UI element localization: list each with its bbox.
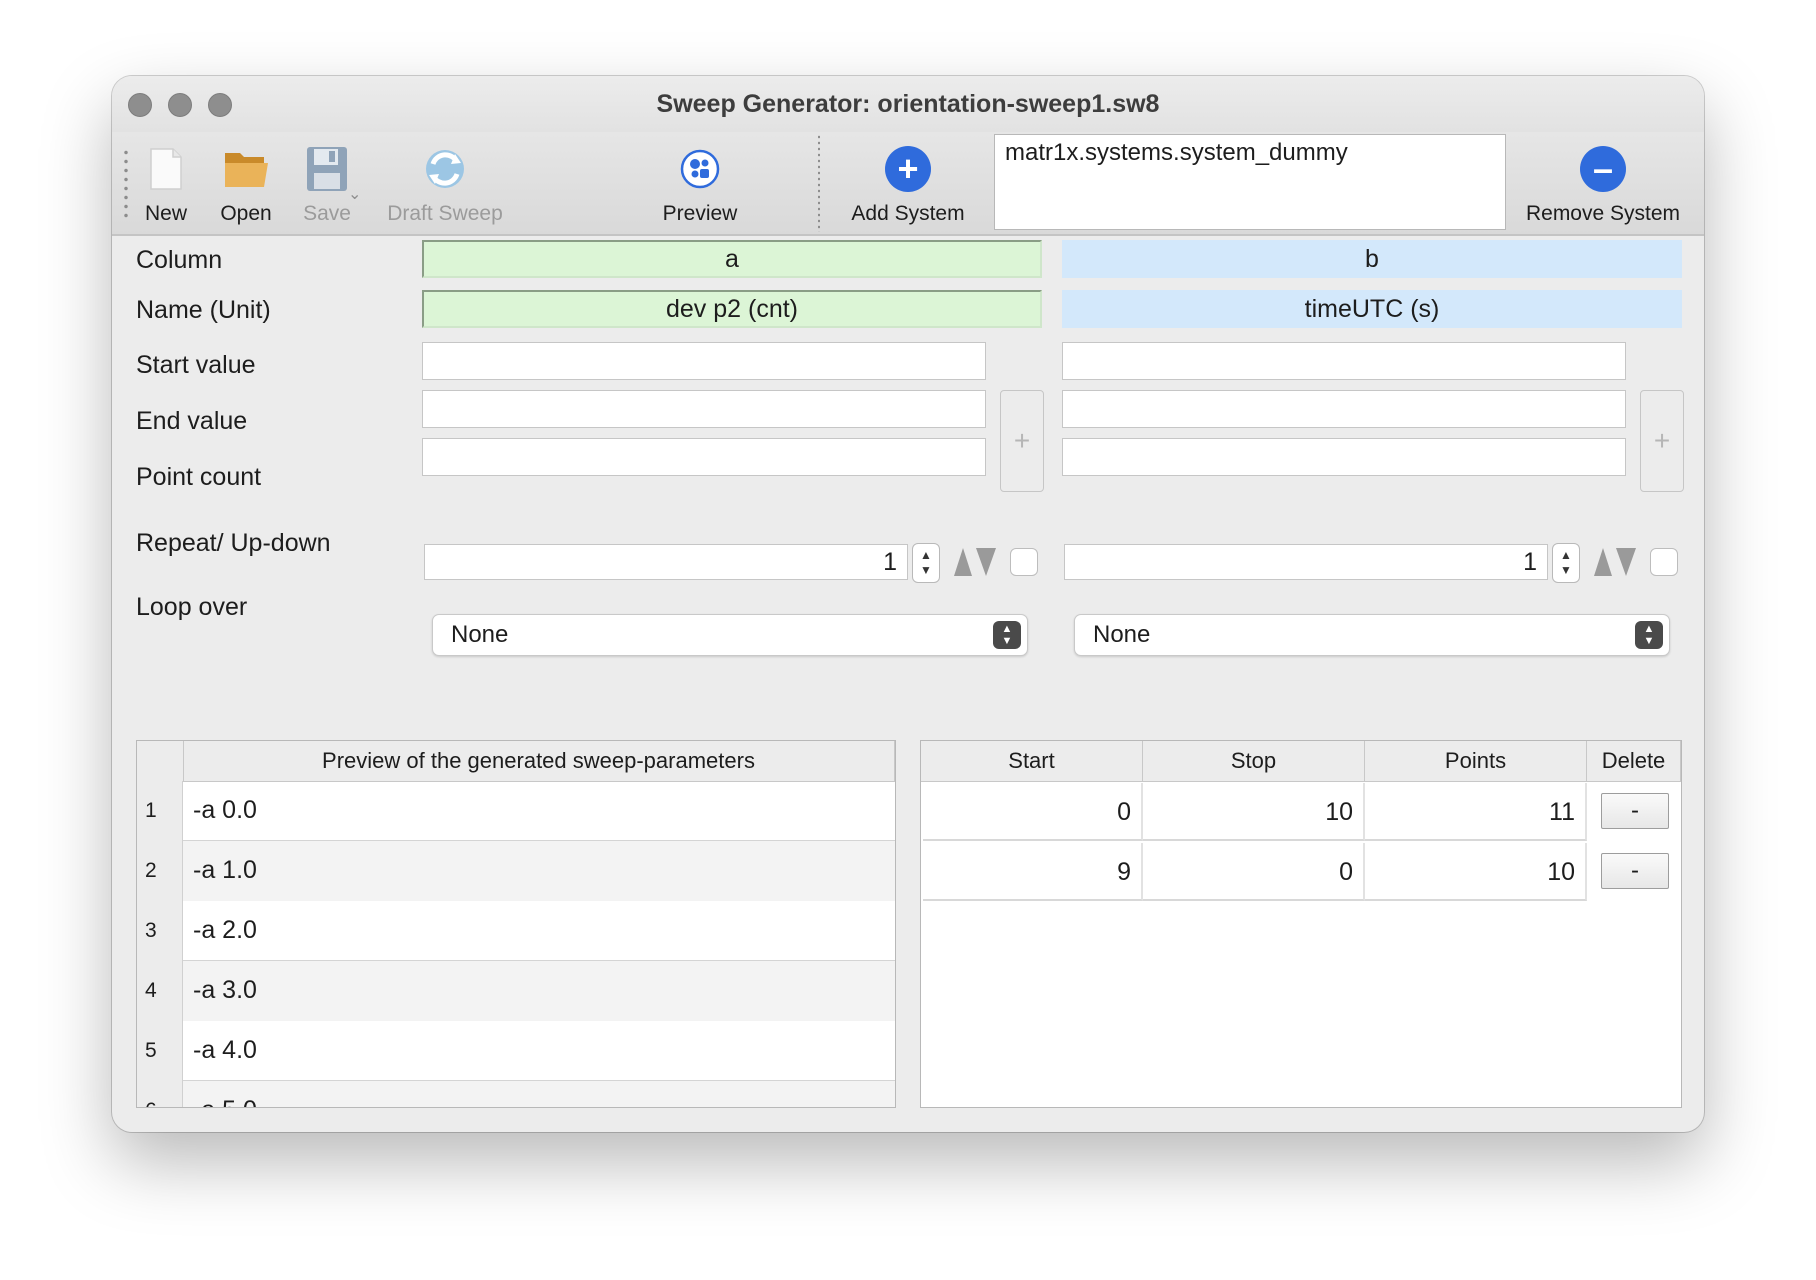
add-system-button[interactable]: + Add System — [840, 140, 976, 228]
loop-over-label: Loop over — [136, 593, 248, 621]
table-corner — [137, 741, 184, 781]
preview-table-header: Preview of the generated sweep-parameter… — [137, 741, 895, 782]
up-down-arrows-icon[interactable] — [1592, 546, 1638, 578]
column-a-end-input[interactable] — [422, 390, 986, 428]
repeat-updown-label: Repeat/ Up-down — [136, 529, 331, 557]
select-arrows-icon: ▲ ▼ — [993, 621, 1021, 649]
minimize-window-button[interactable] — [168, 93, 192, 117]
zoom-window-button[interactable] — [208, 93, 232, 117]
stop-column-header[interactable]: Stop — [1143, 741, 1365, 781]
column-a-header: a — [422, 240, 1042, 278]
column-a-repeat-stepper[interactable]: ▲ ▼ — [912, 543, 940, 583]
point-count-label: Point count — [136, 463, 262, 491]
table-row[interactable]: 4 -a 3.0 — [137, 961, 895, 1021]
remove-system-button[interactable]: – Remove System — [1518, 140, 1688, 228]
range-stop-cell[interactable]: 0 — [1143, 843, 1365, 901]
delete-column-header[interactable]: Delete — [1587, 741, 1681, 781]
open-button[interactable]: Open — [206, 140, 286, 228]
toolbar: New Open Save ⌄ Draft Sweep Preview + Ad… — [112, 132, 1704, 236]
column-a-start-input[interactable] — [422, 342, 986, 380]
column-label: Column — [136, 246, 223, 274]
table-row[interactable]: 2 -a 1.0 — [137, 841, 895, 901]
column-b-updown-checkbox[interactable] — [1650, 548, 1678, 576]
name-unit-label: Name (Unit) — [136, 296, 271, 324]
preview-icon — [678, 140, 722, 198]
toolbar-grip[interactable] — [124, 148, 128, 220]
open-folder-icon — [222, 140, 270, 198]
points-column-header[interactable]: Points — [1365, 741, 1587, 781]
draft-sweep-button[interactable]: Draft Sweep — [380, 140, 510, 228]
add-system-icon: + — [885, 146, 931, 192]
column-a-count-input[interactable] — [422, 438, 986, 476]
save-floppy-icon — [305, 140, 349, 198]
range-stop-cell[interactable]: 10 — [1143, 783, 1365, 841]
system-field[interactable]: matr1x.systems.system_dummy — [994, 134, 1506, 230]
table-row[interactable]: 0 10 11 - — [921, 783, 1681, 843]
column-b-repeat-stepper[interactable]: ▲ ▼ — [1552, 543, 1580, 583]
start-column-header[interactable]: Start — [921, 741, 1143, 781]
column-b-repeat-spinbox[interactable]: 1 — [1064, 544, 1548, 580]
close-window-button[interactable] — [128, 93, 152, 117]
range-start-cell[interactable]: 9 — [923, 843, 1143, 901]
range-table[interactable]: Start Stop Points Delete 0 10 11 - 9 0 1… — [920, 740, 1682, 1108]
column-b-start-input[interactable] — [1062, 342, 1626, 380]
column-b-count-input[interactable] — [1062, 438, 1626, 476]
column-a-loop-select[interactable]: None ▲ ▼ — [432, 614, 1028, 656]
preview-column-header[interactable]: Preview of the generated sweep-parameter… — [183, 741, 895, 781]
toolbar-separator — [818, 134, 820, 232]
select-arrows-icon: ▲ ▼ — [1635, 621, 1663, 649]
title-bar: Sweep Generator: orientation-sweep1.sw8 — [112, 76, 1704, 132]
table-row[interactable]: 5 -a 4.0 — [137, 1021, 895, 1081]
column-a-add-range-button[interactable]: + — [1000, 390, 1044, 492]
table-row[interactable]: 3 -a 2.0 — [137, 901, 895, 961]
table-row[interactable]: 6 -a 5.0 — [137, 1081, 895, 1107]
sweep-generator-window: Sweep Generator: orientation-sweep1.sw8 … — [112, 76, 1704, 1132]
start-value-label: Start value — [136, 351, 256, 379]
range-points-cell[interactable]: 10 — [1365, 843, 1587, 901]
column-b-add-range-button[interactable]: + — [1640, 390, 1684, 492]
column-a-repeat-spinbox[interactable]: 1 — [424, 544, 908, 580]
column-b-name-unit: timeUTC (s) — [1062, 290, 1682, 328]
range-start-cell[interactable]: 0 — [923, 783, 1143, 841]
up-down-arrows-icon[interactable] — [952, 546, 998, 578]
delete-range-button[interactable]: - — [1601, 793, 1669, 829]
end-value-label: End value — [136, 407, 248, 435]
new-document-icon — [149, 140, 183, 198]
column-b-end-input[interactable] — [1062, 390, 1626, 428]
window-title: Sweep Generator: orientation-sweep1.sw8 — [656, 89, 1160, 118]
table-row[interactable]: 1 -a 0.0 — [137, 781, 895, 841]
new-button[interactable]: New — [130, 140, 202, 228]
column-b-header: b — [1062, 240, 1682, 278]
draft-sweep-icon — [421, 140, 469, 198]
window-controls — [128, 93, 232, 117]
column-a-updown-checkbox[interactable] — [1010, 548, 1038, 576]
column-a-name-unit: dev p2 (cnt) — [422, 290, 1042, 328]
range-table-header: Start Stop Points Delete — [921, 741, 1681, 782]
table-row[interactable]: 9 0 10 - — [921, 843, 1681, 903]
remove-system-icon: – — [1580, 146, 1626, 192]
preview-table[interactable]: Preview of the generated sweep-parameter… — [136, 740, 896, 1108]
delete-range-button[interactable]: - — [1601, 853, 1669, 889]
preview-button[interactable]: Preview — [656, 140, 744, 228]
range-points-cell[interactable]: 11 — [1365, 783, 1587, 841]
column-b-loop-select[interactable]: None ▲ ▼ — [1074, 614, 1670, 656]
chevron-down-icon[interactable]: ⌄ — [348, 184, 361, 204]
